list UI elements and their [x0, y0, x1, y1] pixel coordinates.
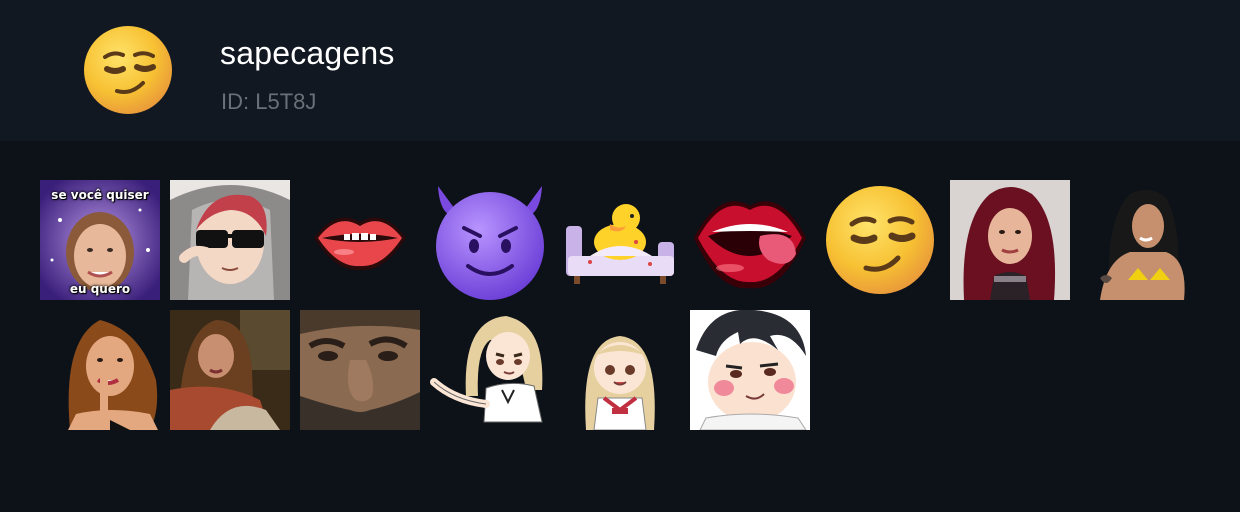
sticker-woman-yellow-bikini[interactable]	[1080, 180, 1200, 300]
sticker-girl-meme[interactable]: se você quiser eu quero	[40, 180, 160, 300]
sticker-anime-girl-pointing[interactable]	[430, 310, 550, 430]
sticker-woman-red-hair[interactable]	[950, 180, 1070, 300]
sticker-anime-girl-sailor[interactable]	[560, 310, 680, 430]
caption-top: se você quiser	[51, 188, 149, 202]
sticker-smirking-face[interactable]	[820, 180, 940, 300]
sticker-lips-tongue[interactable]	[690, 180, 810, 300]
sticker-duck-bed[interactable]	[560, 180, 680, 300]
pack-header: sapecagens ID: L5T8J	[0, 0, 1240, 141]
sticker-anime-boy-blush[interactable]	[690, 310, 810, 430]
sticker-purple-devil[interactable]	[430, 180, 550, 300]
pack-title: sapecagens	[220, 35, 395, 71]
pack-id: ID: L5T8J	[221, 89, 317, 114]
sticker-woman-biting-finger[interactable]	[40, 310, 160, 430]
sticker-lips-biting[interactable]	[300, 180, 420, 300]
caption-bottom: eu quero	[69, 282, 131, 296]
sticker-anime-sunglasses[interactable]	[170, 180, 290, 300]
sticker-woman-bed[interactable]	[170, 310, 290, 430]
smirking-face-icon	[83, 25, 173, 115]
sticker-man-closeup[interactable]	[300, 310, 420, 430]
